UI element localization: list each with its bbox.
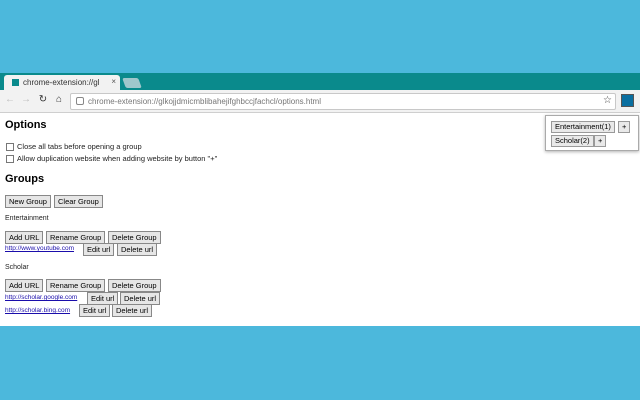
popup-group-button[interactable]: Scholar(2) — [551, 135, 594, 147]
popup-group-button[interactable]: Entertainment(1) — [551, 121, 615, 133]
options-page: Options Close all tabs before opening a … — [0, 113, 640, 326]
edit-url-button[interactable]: Edit url — [79, 304, 111, 317]
group-name: Scholar — [5, 264, 29, 271]
address-bar[interactable]: chrome-extension://glkojjdmicmblibahejif… — [70, 93, 616, 110]
group-name: Entertainment — [5, 215, 49, 222]
browser-toolbar: ← → ↻ ⌂ chrome-extension://glkojjdmicmbl… — [0, 90, 640, 113]
tab-title: chrome-extension://gl — [23, 78, 100, 87]
rename-group-button[interactable]: Rename Group — [46, 279, 106, 292]
clear-group-button[interactable]: Clear Group — [54, 195, 103, 208]
add-url-button[interactable]: Add URL — [5, 279, 44, 292]
bookmark-star-icon[interactable]: ☆ — [603, 95, 612, 106]
back-arrow-icon[interactable]: ← — [4, 94, 16, 106]
extension-icon[interactable] — [621, 94, 634, 107]
popup-add-button[interactable]: + — [618, 121, 631, 133]
allow-duplicate-option: Allow duplication website when adding we… — [6, 154, 217, 163]
extension-popup: Entertainment(1) + Scholar(2) + — [545, 115, 639, 151]
close-tabs-option: Close all tabs before opening a group — [6, 142, 142, 151]
address-url: chrome-extension://glkojjdmicmblibahejif… — [88, 97, 321, 106]
forward-arrow-icon[interactable]: → — [20, 94, 32, 106]
tab-strip: chrome-extension://gl × — [0, 73, 640, 90]
popup-add-button[interactable]: + — [594, 135, 607, 147]
url-link[interactable]: http://www.youtube.com — [5, 245, 74, 252]
page-info-icon[interactable] — [76, 97, 84, 105]
new-tab-button[interactable] — [122, 78, 142, 88]
extension-favicon-icon — [12, 79, 19, 86]
new-group-button[interactable]: New Group — [5, 195, 51, 208]
options-heading: Options — [5, 119, 47, 131]
tab-options[interactable]: chrome-extension://gl × — [4, 75, 120, 90]
delete-group-button[interactable]: Delete Group — [108, 279, 161, 292]
close-tabs-checkbox[interactable] — [6, 142, 14, 151]
delete-url-button[interactable]: Delete url — [112, 304, 153, 317]
tab-close-icon[interactable]: × — [111, 77, 116, 86]
groups-heading: Groups — [5, 173, 45, 185]
reload-icon[interactable]: ↻ — [37, 94, 49, 106]
edit-url-button[interactable]: Edit url — [83, 243, 115, 256]
browser-window: chrome-extension://gl × ← → ↻ ⌂ chrome-e… — [0, 73, 640, 326]
allow-duplicate-checkbox[interactable] — [6, 154, 14, 163]
home-icon[interactable]: ⌂ — [53, 94, 65, 106]
close-tabs-label: Close all tabs before opening a group — [17, 142, 142, 151]
delete-url-button[interactable]: Delete url — [117, 243, 158, 256]
url-link[interactable]: http://scholar.bing.com — [5, 307, 70, 314]
url-link[interactable]: http://scholar.google.com — [5, 294, 77, 301]
add-url-button[interactable]: Add URL — [5, 231, 44, 244]
allow-duplicate-label: Allow duplication website when adding we… — [17, 154, 218, 163]
